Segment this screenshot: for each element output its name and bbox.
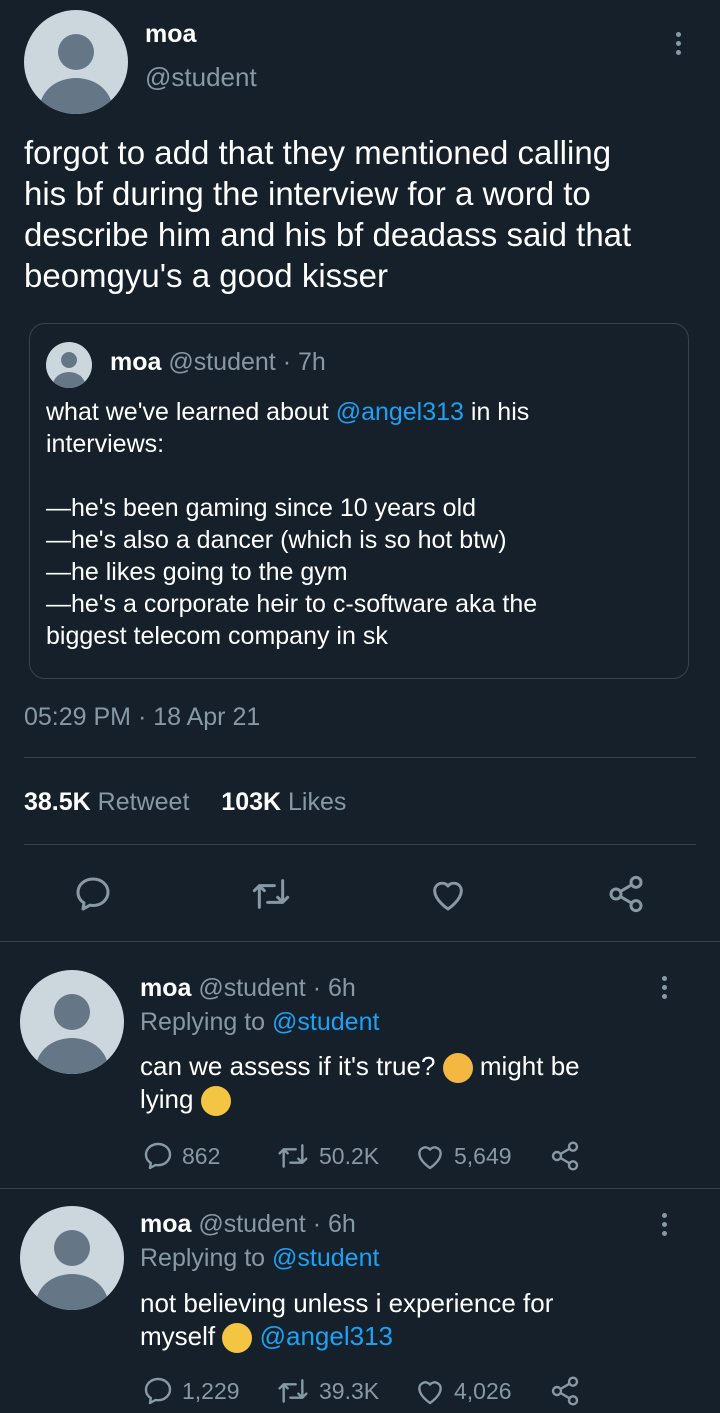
share-icon[interactable] (549, 1140, 581, 1177)
retweet-count[interactable]: 39.3K (275, 1375, 379, 1407)
like-count[interactable]: 4,026 (414, 1375, 512, 1407)
avatar[interactable] (24, 10, 128, 114)
hand-over-mouth-emoji-icon (222, 1323, 253, 1354)
retweet-label[interactable]: Retweet (98, 788, 190, 816)
tweet-text: forgot to add that they mentioned callin… (24, 134, 632, 294)
retweet-count[interactable]: 50.2K (275, 1140, 379, 1172)
quote-header: moa @student · 7h (110, 348, 326, 376)
likes-count[interactable]: 103K (221, 788, 281, 816)
avatar[interactable] (20, 1206, 124, 1310)
mention-link[interactable]: @angel313 (260, 1321, 393, 1351)
reply-icon (144, 1142, 172, 1170)
retweet-count[interactable]: 38.5K (24, 788, 91, 816)
avatar (46, 342, 92, 388)
grinning-cat-emoji-icon (442, 1053, 473, 1084)
more-icon[interactable] (662, 1213, 668, 1240)
reply-header: moa @student · 6h (140, 1210, 356, 1238)
replying-to: Replying to @student (140, 1008, 380, 1036)
reply-icon[interactable] (73, 874, 113, 914)
engagement-counts: 38.5K Retweet 103K Likes (24, 788, 346, 817)
divider (0, 1188, 720, 1189)
reply-count[interactable]: 862 (142, 1140, 220, 1172)
reply-header: moa @student · 6h (140, 974, 356, 1002)
share-icon[interactable] (549, 1375, 581, 1412)
timestamp[interactable]: 05:29 PM · 18 Apr 21 (24, 703, 260, 732)
share-icon[interactable] (606, 874, 646, 914)
avatar[interactable] (20, 970, 124, 1074)
quoted-tweet[interactable]: moa @student · 7h what we've learned abo… (29, 323, 689, 679)
quote-text: what we've learned about @angel313 in hi… (46, 398, 538, 650)
divider (24, 844, 696, 845)
more-icon[interactable] (676, 32, 682, 59)
retweet-icon (278, 1379, 308, 1403)
reply-text: not believing unless i experience for my… (140, 1287, 700, 1354)
reply-text: can we assess if it's true? might be lyi… (140, 1050, 700, 1117)
handle[interactable]: @student (145, 62, 257, 93)
display-name[interactable]: moa (145, 20, 196, 49)
like-count[interactable]: 5,649 (414, 1140, 512, 1172)
hand-over-mouth-emoji-icon (200, 1086, 231, 1117)
retweet-icon (278, 1144, 308, 1168)
mention-link[interactable]: @angel313 (336, 398, 464, 426)
divider (0, 941, 720, 942)
like-icon (418, 1146, 442, 1170)
replying-to: Replying to @student (140, 1244, 380, 1272)
reply-count[interactable]: 1,229 (142, 1375, 240, 1407)
likes-label[interactable]: Likes (288, 788, 346, 816)
reply-icon (144, 1377, 172, 1405)
like-icon (418, 1381, 442, 1405)
divider (24, 757, 696, 758)
more-icon[interactable] (662, 976, 668, 1003)
like-icon[interactable] (428, 874, 468, 914)
retweet-icon[interactable] (248, 874, 294, 914)
